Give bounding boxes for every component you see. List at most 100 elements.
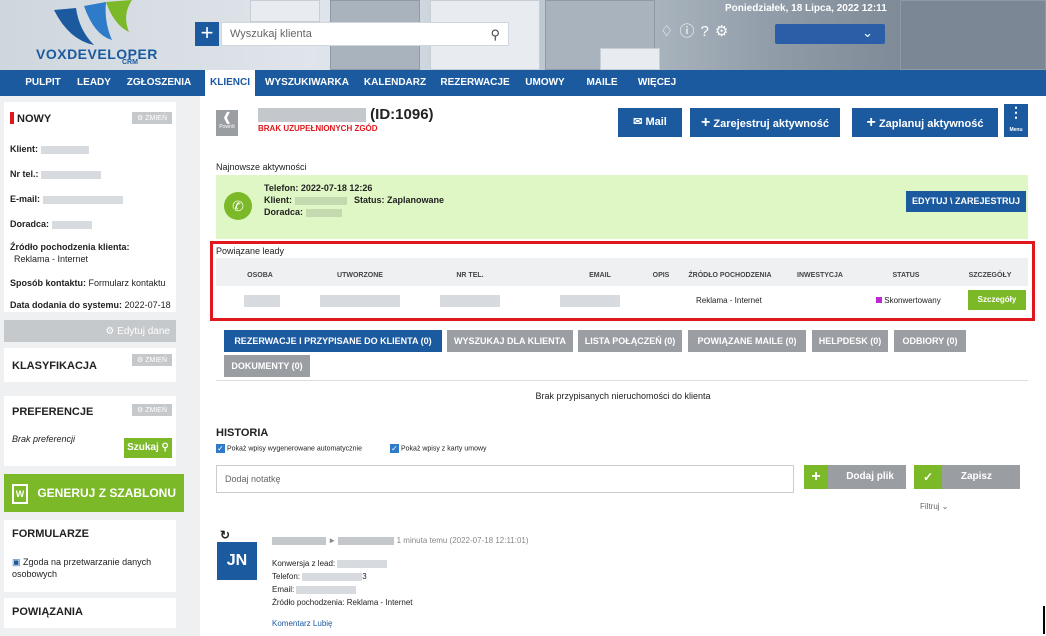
activity-client: Klient: bbox=[264, 195, 347, 205]
advisor-label: Doradca: bbox=[10, 219, 50, 229]
nav-leady[interactable]: LEADY bbox=[72, 70, 116, 96]
contact-label: Sposób kontaktu: bbox=[10, 278, 86, 288]
latest-activity-card: ✆ Telefon: 2022-07-18 12:26 Klient: Stat… bbox=[216, 175, 1028, 239]
check-icon: ✓ bbox=[914, 465, 942, 489]
contact-value: Formularz kontaktu bbox=[88, 278, 166, 288]
save-button[interactable]: ✓ Zapisz bbox=[914, 465, 1020, 489]
main-content: ❰ Powrót (ID:1096) BRAK UZUPEŁNIONYCH ZG… bbox=[200, 96, 1046, 636]
activity-phone: Telefon: 2022-07-18 12:26 bbox=[264, 183, 373, 193]
building-image bbox=[250, 0, 320, 22]
tab-call-list[interactable]: LISTA POŁĄCZEŃ (0) bbox=[578, 330, 682, 352]
col-inwestycja: INWESTYCJA bbox=[797, 272, 843, 279]
lead-details-button[interactable]: Szczegóły bbox=[968, 290, 1026, 310]
tab-documents[interactable]: DOKUMENTY (0) bbox=[224, 355, 310, 377]
links-card: POWIĄZANIA bbox=[4, 598, 176, 628]
filter-toggle[interactable]: Filtruj ⌄ bbox=[920, 502, 949, 511]
nav-maile[interactable]: MAILE bbox=[577, 70, 627, 96]
nav-wiecej[interactable]: WIĘCEJ bbox=[632, 70, 682, 96]
preferences-title: PREFERENCJE bbox=[12, 406, 94, 418]
history-title: HISTORIA bbox=[216, 427, 269, 439]
current-date: Poniedziałek, 18 Lipca, 2022 12:11 bbox=[725, 3, 887, 14]
feed-conversion: Konwersja z lead: bbox=[272, 559, 388, 568]
info-icon[interactable]: ⓘ bbox=[679, 23, 700, 40]
change-classification-button[interactable]: ⚙ ZMIEŃ bbox=[131, 354, 172, 366]
menu-button[interactable]: ⋮ Menu bbox=[1004, 104, 1028, 137]
col-nr-tel: NR TEL. bbox=[456, 272, 484, 279]
bell-icon[interactable]: ♢ bbox=[660, 23, 679, 40]
source-value: Reklama - Internet bbox=[14, 254, 89, 264]
feed-actions: Komentarz Lubię bbox=[272, 619, 333, 628]
nav-pulpit[interactable]: PULPIT bbox=[18, 70, 68, 96]
show-contract-checkbox[interactable]: ✓ Pokaż wpisy z karty umowy bbox=[390, 444, 487, 453]
show-auto-checkbox[interactable]: ✓ Pokaż wpisy wygenerowane automatycznie bbox=[216, 444, 362, 453]
plus-icon: + bbox=[701, 114, 711, 131]
note-input[interactable]: Dodaj notatkę bbox=[216, 465, 794, 493]
form-doc-icon: ▣ bbox=[12, 557, 21, 567]
checkbox-checked-icon: ✓ bbox=[390, 444, 399, 453]
classification-card: KLASYFIKACJA ⚙ ZMIEŃ bbox=[4, 348, 176, 382]
change-status-button[interactable]: ⚙ ZMIEŃ bbox=[131, 112, 172, 124]
edit-data-button[interactable]: ⚙ Edytuj dane bbox=[4, 320, 176, 342]
more-vertical-icon: ⋮ bbox=[1009, 104, 1023, 120]
avatar: JN bbox=[217, 542, 257, 580]
like-link[interactable]: Lubię bbox=[313, 619, 333, 628]
change-preferences-button[interactable]: ⚙ ZMIEŃ bbox=[131, 404, 172, 416]
nav-kalendarz[interactable]: KALENDARZ bbox=[359, 70, 431, 96]
source-label: Źródło pochodzenia klienta: bbox=[10, 242, 130, 252]
edit-register-button[interactable]: EDYTUJ \ ZAREJESTRUJ bbox=[906, 191, 1026, 212]
checkbox-checked-icon: ✓ bbox=[216, 444, 225, 453]
tab-related-mails[interactable]: POWIĄZANE MAILE (0) bbox=[688, 330, 806, 352]
tab-odbiory[interactable]: ODBIORY (0) bbox=[894, 330, 966, 352]
date-added-label: Data dodania do systemu: bbox=[10, 300, 123, 310]
header-banner: VOXDEVELOPER CRM + Wyszukaj klienta ⚲ Po… bbox=[0, 0, 1046, 70]
register-activity-button[interactable]: + Zarejestruj aktywność bbox=[690, 108, 840, 137]
plan-activity-button[interactable]: + Zaplanuj aktywność bbox=[852, 108, 998, 137]
phone-icon: ✆ bbox=[224, 192, 252, 220]
tab-reservations[interactable]: REZERWACJE I PRZYPISANE DO KLIENTA (0) bbox=[224, 330, 442, 352]
back-button[interactable]: ❰ Powrót bbox=[216, 110, 238, 136]
feed-phone: Telefon: 3 bbox=[272, 572, 367, 581]
quick-add-button[interactable]: + bbox=[195, 22, 219, 46]
col-osoba: OSOBA bbox=[247, 272, 273, 279]
tab-search-for-client[interactable]: WYSZUKAJ DLA KLIENTA bbox=[447, 330, 573, 352]
client-title: (ID:1096) bbox=[258, 106, 434, 123]
lead-source: Reklama - Internet bbox=[696, 296, 762, 305]
envelope-icon: ✉ bbox=[633, 116, 643, 128]
latest-activities-title: Najnowsze aktywności bbox=[216, 162, 307, 172]
date-added-value: 2022-07-18 bbox=[124, 300, 171, 310]
scrollbar[interactable] bbox=[1043, 606, 1045, 634]
activity-advisor: Doradca: bbox=[264, 207, 342, 217]
comment-link[interactable]: Komentarz bbox=[272, 619, 311, 628]
feed-header: ► 1 minuta temu (2022-07-18 12:11:01) bbox=[272, 536, 529, 545]
form-link[interactable]: ▣ Zgoda na przetwarzanie danych osobowyc… bbox=[12, 556, 172, 580]
generate-from-template-button[interactable]: W GENERUJ Z SZABLONU bbox=[4, 474, 184, 512]
help-icon[interactable]: ? bbox=[700, 23, 714, 40]
search-preferences-button[interactable]: Szukaj ⚲ bbox=[124, 438, 172, 458]
user-menu[interactable]: ⌄ bbox=[775, 24, 885, 44]
feed-source: Źródło pochodzenia: Reklama - Internet bbox=[272, 598, 413, 607]
search-icon[interactable]: ⚲ bbox=[490, 27, 500, 43]
search-input[interactable]: Wyszukaj klienta ⚲ bbox=[221, 22, 509, 46]
activity-status: Status: Zaplanowane bbox=[354, 195, 445, 205]
nav-klienci[interactable]: KLIENCI bbox=[205, 70, 255, 96]
logo[interactable]: VOXDEVELOPER CRM bbox=[14, 0, 174, 70]
no-preferences-text: Brak preferencji bbox=[12, 434, 76, 444]
plus-icon: + bbox=[804, 465, 828, 489]
gear-icon[interactable]: ⚙ bbox=[715, 23, 734, 40]
feed-email: Email: bbox=[272, 585, 357, 594]
main-nav: PULPIT LEADY ZGŁOSZENIA KLIENCI WYSZUKIW… bbox=[0, 70, 1046, 96]
add-file-button[interactable]: + Dodaj plik bbox=[804, 465, 906, 489]
refresh-icon[interactable]: ↻ bbox=[220, 528, 230, 542]
tab-helpdesk[interactable]: HELPDESK (0) bbox=[812, 330, 888, 352]
no-properties-text: Brak przypisanych nieruchomości do klien… bbox=[535, 391, 711, 401]
nav-rezerwacje[interactable]: REZERWACJE bbox=[437, 70, 513, 96]
building-image bbox=[900, 0, 1046, 70]
search-placeholder: Wyszukaj klienta bbox=[230, 28, 312, 40]
nav-wyszukiwarka[interactable]: WYSZUKIWARKA bbox=[263, 70, 351, 96]
links-title: POWIĄZANIA bbox=[12, 606, 83, 618]
col-zrodlo: ŹRÓDŁO POCHODZENIA bbox=[688, 272, 772, 279]
nav-zgloszenia[interactable]: ZGŁOSZENIA bbox=[124, 70, 194, 96]
mail-button[interactable]: ✉ Mail bbox=[618, 108, 682, 137]
nav-umowy[interactable]: UMOWY bbox=[520, 70, 570, 96]
status-color-icon bbox=[876, 297, 882, 303]
